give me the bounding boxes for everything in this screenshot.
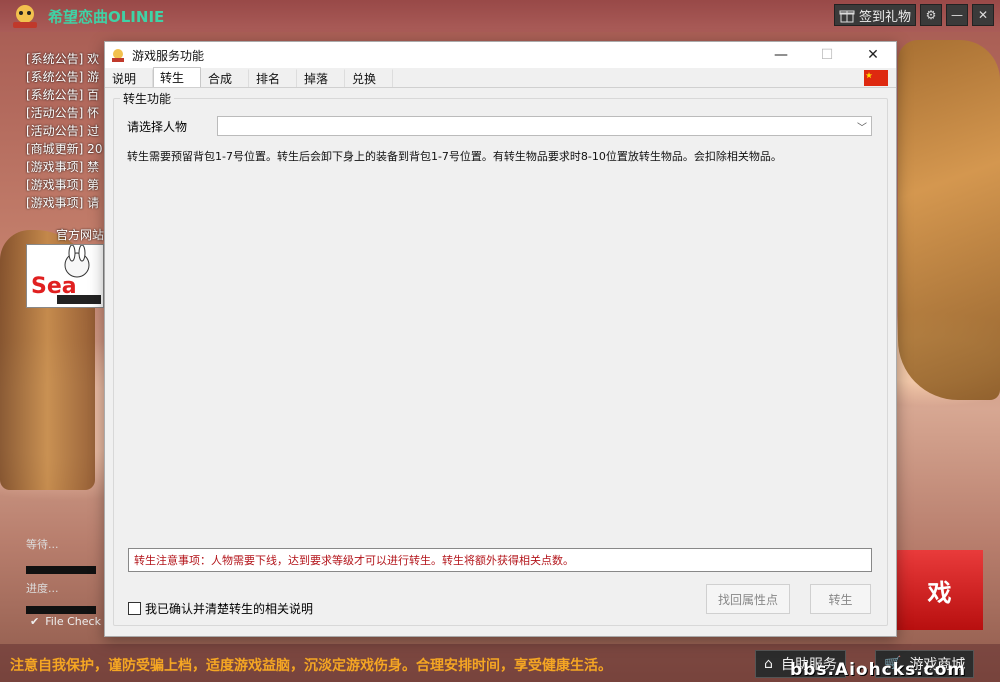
confirm-label: 我已确认并清楚转生的相关说明 xyxy=(145,602,314,616)
rebirth-description: 转生需要预留背包1-7号位置。转生后会卸下身上的装备到背包1-7号位置。有转生物… xyxy=(127,150,782,163)
launcher-topbar: 希望恋曲OLINIE 签到礼物 ⚙ — ✕ xyxy=(0,0,1000,32)
minimize-button[interactable]: — xyxy=(946,4,968,26)
notice-item[interactable]: [商城更新] 20 xyxy=(26,140,102,158)
sign-in-gift-label: 签到礼物 xyxy=(858,9,911,25)
rebirth-notice: 转生注意事项：人物需要下线，达到要求等级才可以进行转生。转生将额外获得相关点数。 xyxy=(128,548,872,572)
tab-bar: 说明 转生 合成 排名 掉落 兑换 xyxy=(105,67,896,88)
tab-ranking[interactable]: 排名 xyxy=(249,69,297,87)
ad-banner[interactable]: Sea xyxy=(26,244,104,308)
character-select-label: 请选择人物 xyxy=(127,120,188,134)
dialog-app-icon xyxy=(112,49,124,62)
file-check-toggle[interactable]: ✔ File Check xyxy=(30,615,101,628)
notice-item[interactable]: [游戏事项] 禁 xyxy=(26,158,102,176)
group-title: 转生功能 xyxy=(120,90,175,107)
dialog-title: 游戏服务功能 xyxy=(132,48,205,63)
check-icon: ✔ xyxy=(30,615,40,628)
dialog-close-button[interactable]: ✕ xyxy=(850,42,896,68)
minimize-icon: — xyxy=(774,47,788,63)
sign-in-gift-button[interactable]: 签到礼物 xyxy=(833,4,916,26)
minimize-icon: — xyxy=(951,8,963,22)
close-icon: ✕ xyxy=(867,47,879,63)
background-tree-right xyxy=(898,40,1000,400)
tab-rebirth[interactable]: 转生 xyxy=(153,67,201,87)
settings-button[interactable]: ⚙ xyxy=(920,4,942,26)
status-label-1: 等待... xyxy=(26,538,59,551)
china-flag-icon[interactable] xyxy=(864,70,888,86)
notice-item[interactable]: [系统公告] 百 xyxy=(26,86,102,104)
game-logo-icon xyxy=(13,5,37,28)
confirm-checkbox-row[interactable]: 我已确认并清楚转生的相关说明 xyxy=(128,600,313,617)
notice-item[interactable]: [活动公告] 过 xyxy=(26,122,102,140)
home-icon: ⌂ xyxy=(764,656,773,672)
tab-compose[interactable]: 合成 xyxy=(201,69,249,87)
notice-list: [系统公告] 欢 [系统公告] 游 [系统公告] 百 [活动公告] 怀 [活动公… xyxy=(26,50,102,212)
progress-bar-2 xyxy=(26,606,96,614)
progress-bar-1 xyxy=(26,566,96,574)
rebirth-groupbox: 转生功能 请选择人物 ﹀ 转生需要预留背包1-7号位置。转生后会卸下身上的装备到… xyxy=(113,90,888,626)
close-icon: ✕ xyxy=(977,8,989,22)
rebirth-button[interactable]: 转生 xyxy=(810,584,871,614)
status-label-2: 进度... xyxy=(26,582,59,595)
watermark: bbs.Aiohcks.com xyxy=(790,660,967,680)
confirm-checkbox[interactable] xyxy=(128,602,141,615)
close-button[interactable]: ✕ xyxy=(972,4,994,26)
notice-item[interactable]: [系统公告] 欢 xyxy=(26,50,102,68)
app-title: 希望恋曲OLINIE xyxy=(48,8,165,26)
notice-item[interactable]: [游戏事项] 请 xyxy=(26,194,102,212)
dialog-maximize-button: ☐ xyxy=(804,42,850,68)
tab-exchange[interactable]: 兑换 xyxy=(345,69,393,87)
dialog-minimize-button[interactable]: — xyxy=(758,42,804,68)
chevron-down-icon: ﹀ xyxy=(857,123,867,134)
notice-item[interactable]: [活动公告] 怀 xyxy=(26,104,102,122)
service-dialog: 游戏服务功能 — ☐ ✕ 说明 转生 合成 排名 掉落 兑换 转生功能 请选择人… xyxy=(104,41,897,637)
maximize-icon: ☐ xyxy=(820,47,834,63)
dialog-titlebar[interactable]: 游戏服务功能 — ☐ ✕ xyxy=(105,42,896,68)
sea-online-logo: Sea xyxy=(27,245,103,307)
gear-icon: ⚙ xyxy=(925,8,937,22)
health-notice: 注意自我保护，谨防受骗上档，适度游戏益脑，沉淡定游戏伤身。合理安排时间，享受健康… xyxy=(10,658,612,674)
character-select[interactable]: ﹀ xyxy=(217,116,872,136)
recover-points-button[interactable]: 找回属性点 xyxy=(706,584,790,614)
tab-drops[interactable]: 掉落 xyxy=(297,69,345,87)
official-site-link[interactable]: 官方网站 xyxy=(56,226,104,243)
notice-item[interactable]: [游戏事项] 第 xyxy=(26,176,102,194)
file-check-label: File Check xyxy=(45,615,101,628)
start-game-button[interactable]: 戏 xyxy=(896,550,983,630)
gift-icon xyxy=(839,10,855,23)
tab-explain[interactable]: 说明 xyxy=(105,69,153,87)
notice-item[interactable]: [系统公告] 游 xyxy=(26,68,102,86)
